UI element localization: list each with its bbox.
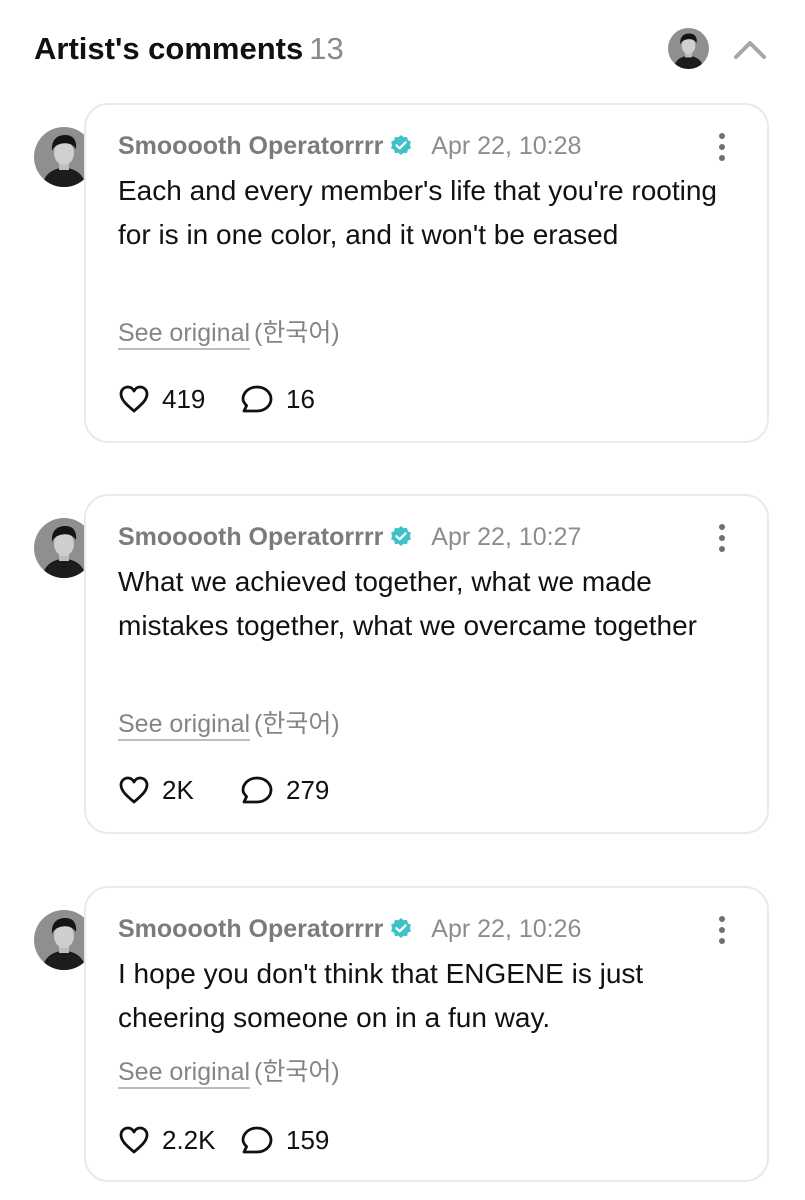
chevron-up-icon[interactable]: [732, 32, 768, 68]
comment-bubble-icon: [240, 1124, 274, 1156]
comments-header: Artist's comments 13: [34, 28, 769, 72]
reply-count: 279: [286, 774, 330, 805]
comment-text: What we achieved together, what we made …: [118, 566, 697, 641]
see-original-row: See original (한국어): [118, 313, 340, 349]
comment-card: Smooooth Operatorrrr Apr 22, 10:28 Each …: [84, 103, 769, 443]
see-original-row: See original (한국어): [118, 704, 340, 740]
comment-meta: Smooooth Operatorrrr Apr 22, 10:28: [118, 129, 581, 163]
reply-button[interactable]: 159: [240, 1122, 329, 1158]
like-button[interactable]: 419: [118, 381, 240, 417]
comment-meta: Smooooth Operatorrrr Apr 22, 10:26: [118, 912, 581, 946]
reply-count: 159: [286, 1124, 330, 1155]
more-options-icon[interactable]: [715, 915, 729, 945]
like-count: 2K: [162, 774, 194, 805]
original-language-label: (한국어): [254, 710, 340, 738]
see-original-link[interactable]: See original: [118, 1058, 250, 1086]
comment-card: Smooooth Operatorrrr Apr 22, 10:26 I hop…: [84, 886, 769, 1182]
author-name[interactable]: Smooooth Operatorrrr: [118, 523, 383, 552]
comment-text: Each and every member's life that you're…: [118, 175, 717, 250]
see-original-link[interactable]: See original: [118, 710, 250, 738]
like-button[interactable]: 2K: [118, 772, 240, 808]
author-name[interactable]: Smooooth Operatorrrr: [118, 132, 383, 161]
comment-timestamp: Apr 22, 10:27: [431, 522, 582, 551]
original-language-label: (한국어): [254, 1058, 340, 1086]
comment-item: Smooooth Operatorrrr Apr 22, 10:28 Each …: [34, 103, 774, 443]
more-options-icon[interactable]: [715, 523, 729, 553]
comment-card: Smooooth Operatorrrr Apr 22, 10:27 What …: [84, 494, 769, 834]
original-language-label: (한국어): [254, 319, 340, 347]
comment-bubble-icon: [240, 383, 274, 415]
like-count: 419: [162, 383, 206, 414]
section-title-text: Artist's comments: [34, 31, 304, 66]
comment-text: I hope you don't think that ENGENE is ju…: [118, 958, 644, 1033]
reply-count: 16: [286, 383, 315, 414]
heart-icon: [118, 775, 150, 805]
comment-actions: 419 16: [118, 381, 315, 417]
see-original-link[interactable]: See original: [118, 319, 250, 347]
verified-badge-icon: [389, 917, 413, 941]
comment-meta: Smooooth Operatorrrr Apr 22, 10:27: [118, 520, 581, 554]
author-name[interactable]: Smooooth Operatorrrr: [118, 915, 383, 944]
more-options-icon[interactable]: [715, 132, 729, 162]
reply-button[interactable]: 279: [240, 772, 329, 808]
reply-button[interactable]: 16: [240, 381, 315, 417]
see-original-row: See original (한국어): [118, 1052, 340, 1088]
verified-badge-icon: [389, 134, 413, 158]
comment-count: 13: [309, 31, 344, 66]
comment-actions: 2.2K 159: [118, 1122, 329, 1158]
comment-timestamp: Apr 22, 10:26: [431, 914, 582, 943]
comment-bubble-icon: [240, 774, 274, 806]
comment-item: Smooooth Operatorrrr Apr 22, 10:26 I hop…: [34, 886, 774, 1182]
verified-badge-icon: [389, 525, 413, 549]
like-button[interactable]: 2.2K: [118, 1122, 240, 1158]
comment-actions: 2K 279: [118, 772, 329, 808]
artist-avatar[interactable]: [668, 28, 709, 69]
comment-item: Smooooth Operatorrrr Apr 22, 10:27 What …: [34, 494, 774, 834]
like-count: 2.2K: [162, 1124, 216, 1155]
section-title: Artist's comments 13: [34, 31, 344, 67]
comment-timestamp: Apr 22, 10:28: [431, 131, 582, 160]
heart-icon: [118, 384, 150, 414]
heart-icon: [118, 1125, 150, 1155]
